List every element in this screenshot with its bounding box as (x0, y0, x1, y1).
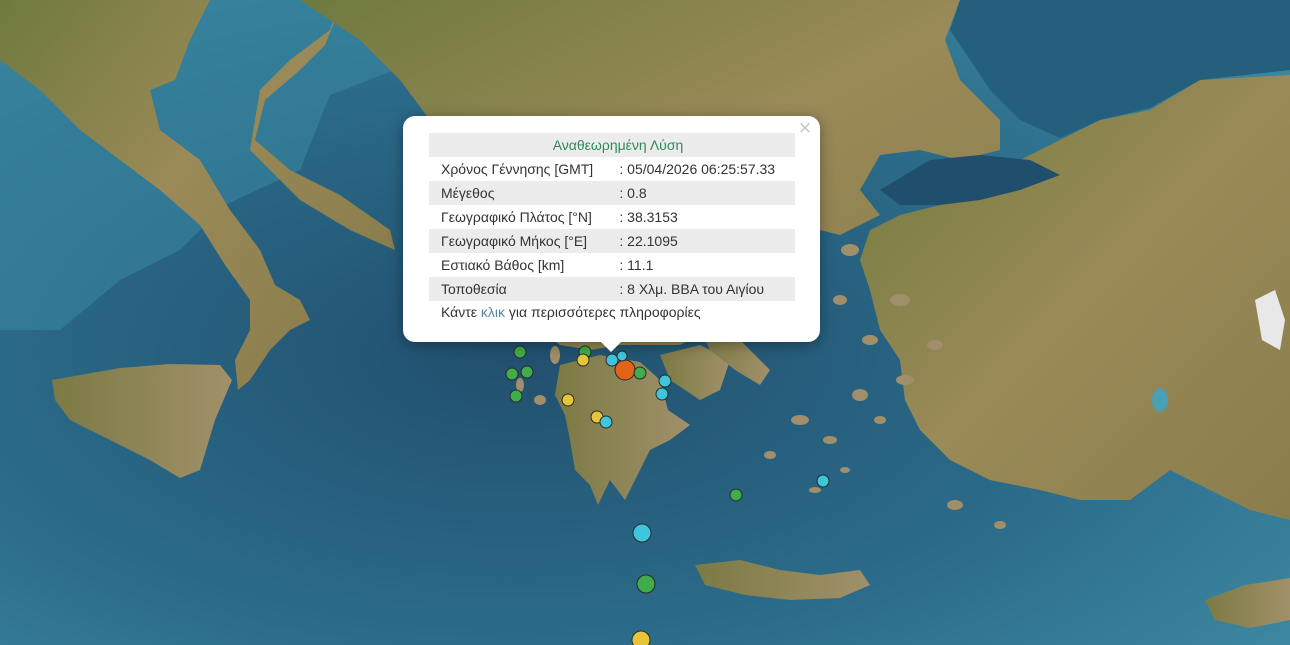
row-label: Γεωγραφικό Μήκος [°E] (429, 229, 614, 253)
earthquake-marker[interactable] (513, 345, 527, 359)
row-label: Γεωγραφικό Πλάτος [°N] (441, 209, 592, 225)
table-row: Εστιακό Βάθος [km] : 11.1 (429, 253, 795, 277)
row-value: : 05/04/2026 06:25:57.33 (619, 161, 776, 177)
earthquake-marker[interactable] (632, 523, 652, 543)
earthquake-marker[interactable] (505, 367, 519, 381)
earthquake-marker[interactable] (605, 353, 619, 367)
table-row: Γεωγραφικό Μήκος [°E] : 22.1095 (429, 229, 795, 253)
info-title-row: Αναθεωρημένη Λύση (429, 133, 795, 157)
earthquake-marker[interactable] (658, 374, 672, 388)
earthquake-marker[interactable] (509, 389, 523, 403)
table-row: Μέγεθος : 0.8 (429, 181, 795, 205)
earthquake-marker[interactable] (576, 353, 590, 367)
popup-title: Αναθεωρημένη Λύση (429, 133, 795, 157)
earthquake-marker[interactable] (633, 366, 647, 380)
lake (1152, 388, 1168, 412)
row-label: Εστιακό Βάθος [km] (441, 257, 565, 273)
row-value: : 0.8 (613, 181, 795, 205)
table-row: Γεωγραφικό Πλάτος [°N] : 38.3153 (429, 205, 795, 229)
earthquake-marker[interactable] (561, 393, 575, 407)
row-value: : 22.1095 (613, 229, 795, 253)
earthquake-marker[interactable] (520, 365, 534, 379)
info-table: Αναθεωρημένη Λύση Χρόνος Γέννησης [GMT] … (429, 133, 795, 301)
more-prefix: Κάντε (441, 304, 481, 320)
row-value: : 38.3153 (619, 209, 678, 225)
table-row: Τοποθεσία : 8 Χλμ. ΒΒΑ του Αιγίου (429, 277, 795, 301)
earthquake-marker[interactable] (816, 474, 830, 488)
row-value: : 8 Χλμ. ΒΒΑ του Αιγίου (613, 277, 795, 301)
row-label: Χρόνος Γέννησης [GMT] (441, 161, 594, 177)
earthquake-popup: × Αναθεωρημένη Λύση Χρόνος Γέννησης [GMT… (403, 116, 820, 352)
row-label: Μέγεθος (429, 181, 614, 205)
table-row: Χρόνος Γέννησης [GMT] : 05/04/2026 06:25… (429, 157, 795, 181)
row-label: Τοποθεσία (429, 277, 614, 301)
close-icon[interactable]: × (796, 119, 814, 137)
earthquake-marker[interactable] (599, 415, 613, 429)
selected-earthquake-marker[interactable] (614, 359, 636, 381)
earthquake-marker[interactable] (729, 488, 743, 502)
popup-tip (601, 342, 621, 352)
earthquake-marker[interactable] (636, 574, 656, 594)
row-value: : 11.1 (619, 257, 654, 273)
more-suffix: για περισσότερες πληροφορίες (505, 304, 701, 320)
more-info-link[interactable]: κλικ (481, 304, 505, 320)
earthquake-marker[interactable] (616, 350, 628, 362)
earthquake-marker[interactable] (655, 387, 669, 401)
earthquake-marker[interactable] (631, 630, 651, 645)
more-info-text: Κάντε κλικ για περισσότερες πληροφορίες (441, 304, 701, 320)
